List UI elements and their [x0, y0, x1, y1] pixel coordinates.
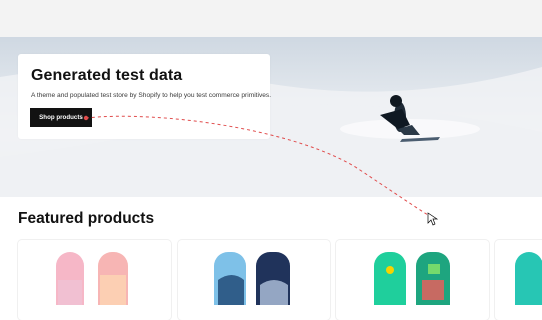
shop-products-button[interactable]: Shop products	[30, 108, 92, 127]
product-card[interactable]	[336, 240, 489, 320]
header-bar	[0, 0, 542, 37]
product-card[interactable]	[495, 240, 542, 320]
hero-subtitle: A theme and populated test store by Shop…	[31, 92, 272, 99]
hero-banner: Generated test data A theme and populate…	[0, 37, 542, 197]
product-image-partial-snowboard	[515, 252, 542, 305]
hero-title: Generated test data	[31, 67, 183, 84]
featured-products-grid	[0, 240, 542, 320]
hero-card: Generated test data A theme and populate…	[18, 54, 272, 139]
featured-products-title: Featured products	[18, 210, 155, 227]
product-image-pink-snowboard	[56, 252, 128, 305]
product-image-green-snowboard	[374, 252, 450, 305]
product-card[interactable]	[18, 240, 171, 320]
cursor-pointer-icon	[427, 212, 439, 226]
product-card[interactable]	[178, 240, 330, 320]
product-image-blue-snowboard	[214, 252, 290, 305]
